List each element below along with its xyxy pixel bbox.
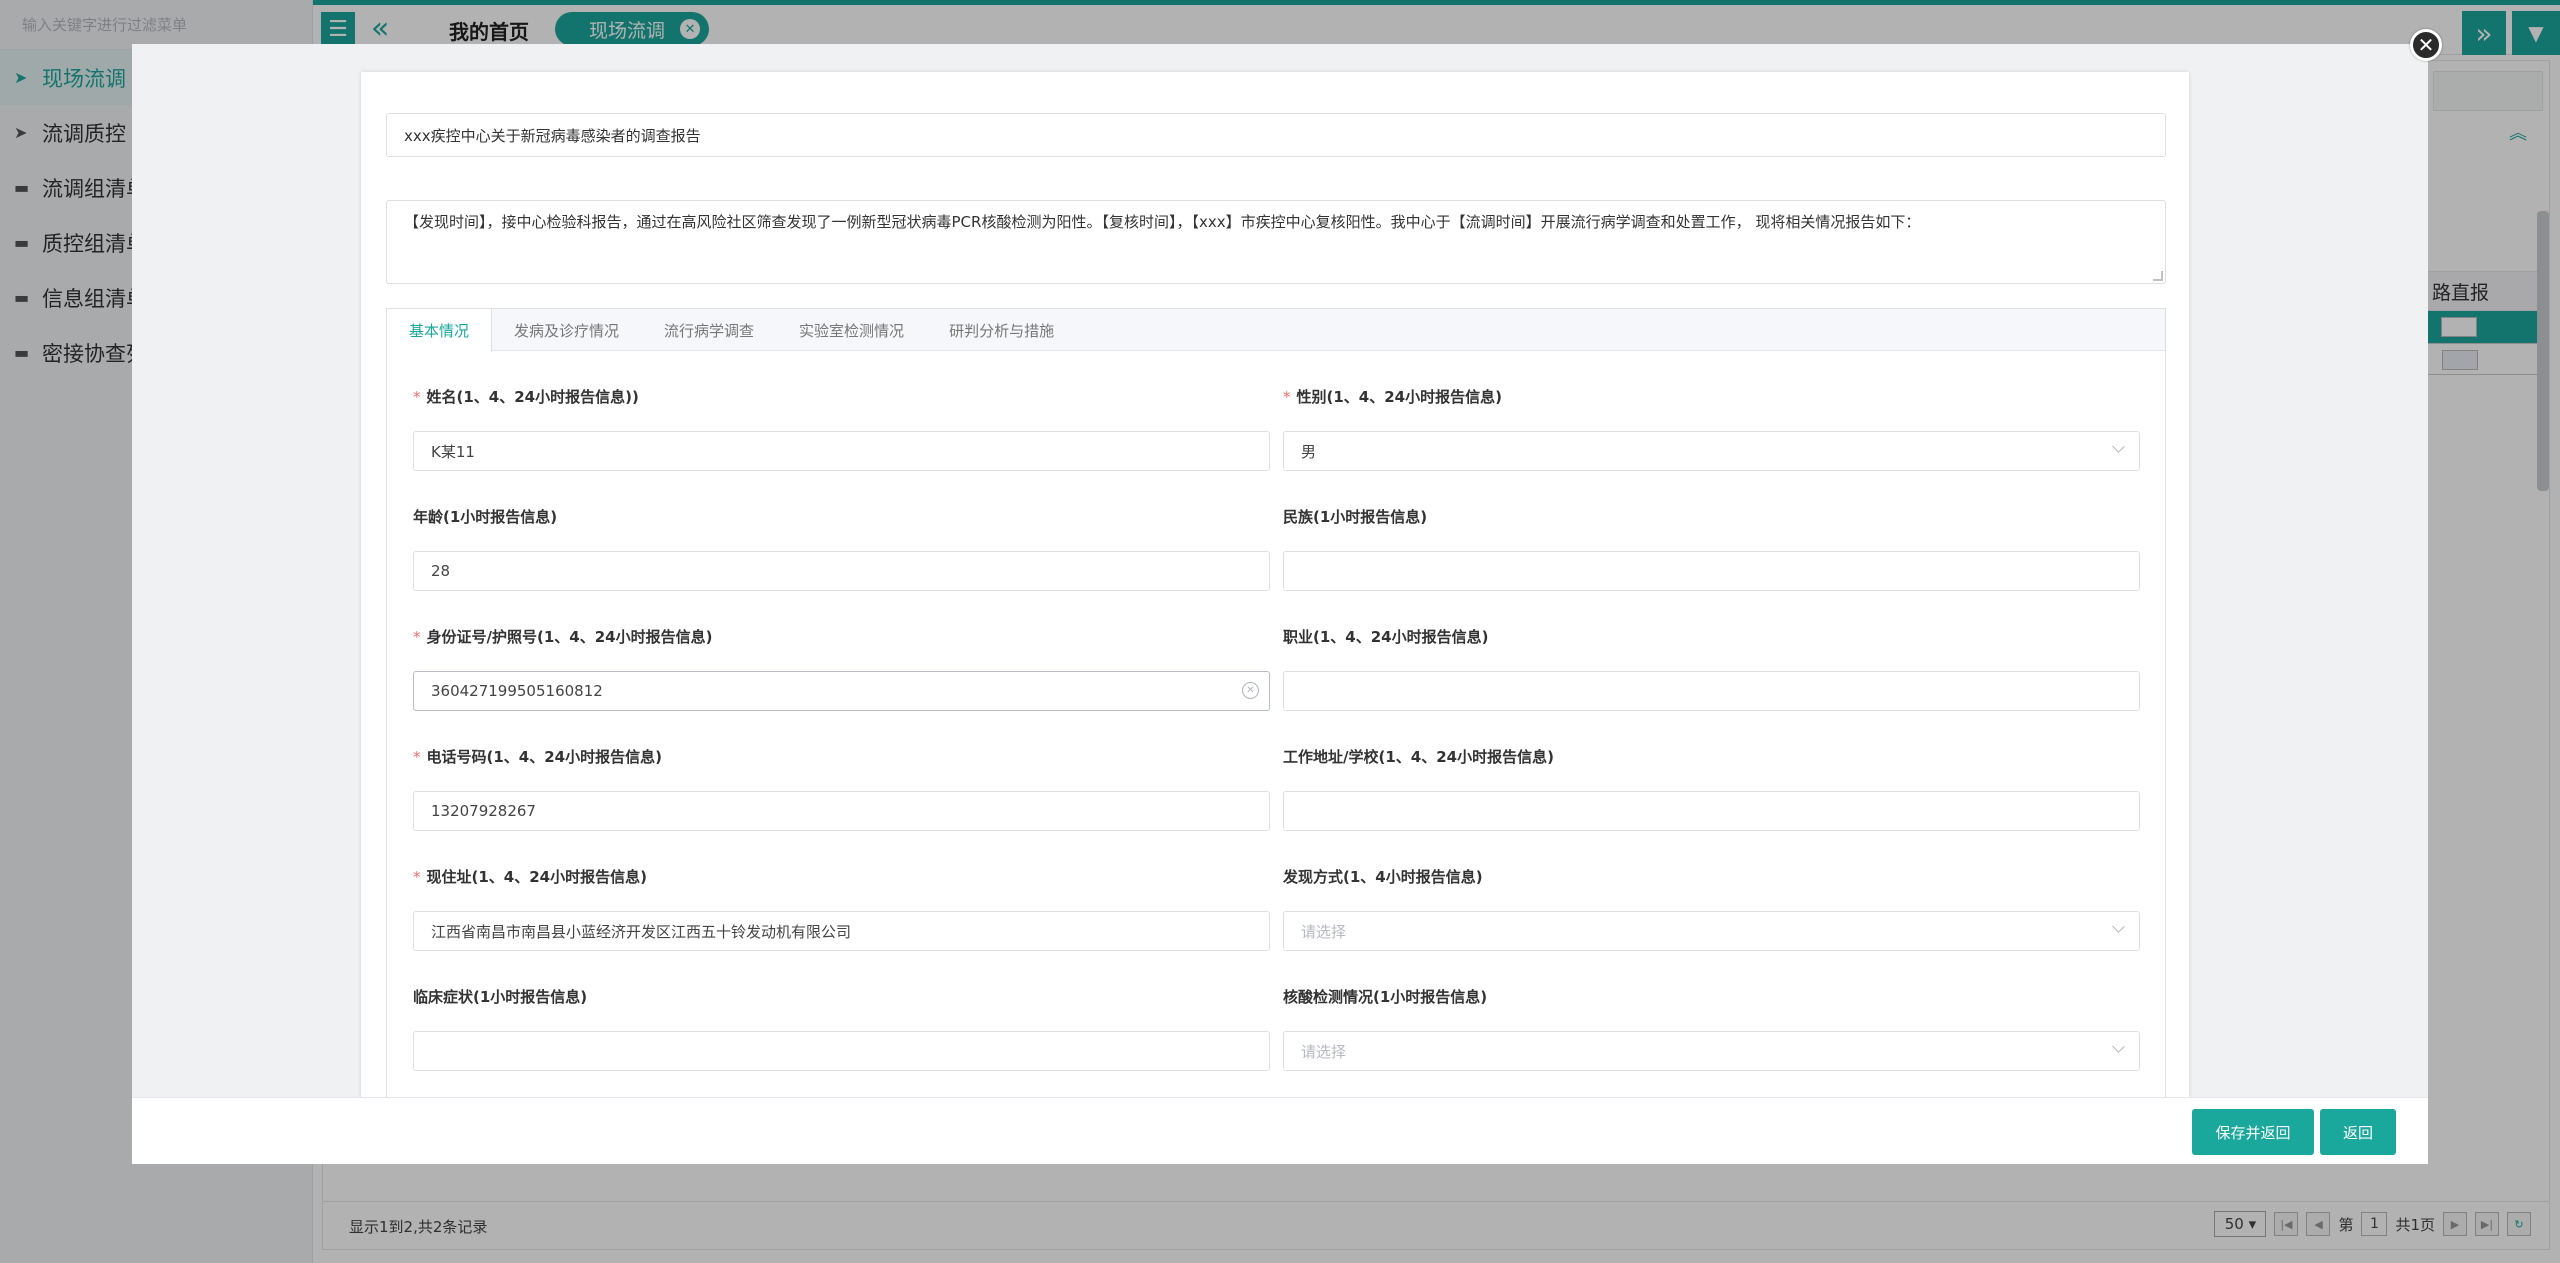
required-mark: *: [413, 748, 421, 766]
report-modal: xxx疾控中心关于新冠病毒感染者的调查报告 【发现时间】，接中心检验科报告，通过…: [132, 44, 2428, 1164]
age-input[interactable]: 28: [413, 551, 1270, 591]
return-button[interactable]: 返回: [2320, 1109, 2396, 1155]
occupation-input[interactable]: [1283, 671, 2140, 711]
occupation-label: 职业(1、4、24小时报告信息): [1283, 628, 1489, 646]
report-intro-textarea[interactable]: 【发现时间】，接中心检验科报告，通过在高风险社区筛查发现了一例新型冠状病毒PCR…: [386, 200, 2166, 284]
chevron-down-icon: [2112, 920, 2125, 933]
clear-input-icon[interactable]: ✕: [1242, 682, 1259, 699]
tab-analysis-measures[interactable]: 研判分析与措施: [927, 309, 1077, 351]
symptoms-label: 临床症状(1小时报告信息): [413, 988, 588, 1006]
gender-label: * 性别(1、4、24小时报告信息): [1283, 388, 1502, 406]
discovery-method-select[interactable]: 请选择: [1283, 911, 2140, 951]
save-and-return-button[interactable]: 保存并返回: [2192, 1109, 2314, 1155]
age-label: 年龄(1小时报告信息): [413, 508, 558, 526]
required-mark: *: [413, 868, 421, 886]
work-address-label: 工作地址/学校(1、4、24小时报告信息): [1283, 748, 1554, 766]
ethnicity-input[interactable]: [1283, 551, 2140, 591]
resize-handle-icon[interactable]: [2153, 271, 2163, 281]
nucleic-test-select[interactable]: 请选择: [1283, 1031, 2140, 1071]
tab-lab-tests[interactable]: 实验室检测情况: [777, 309, 927, 351]
symptoms-input[interactable]: [413, 1031, 1270, 1071]
close-modal-icon[interactable]: ✕: [2410, 29, 2442, 61]
phone-input[interactable]: 13207928267: [413, 791, 1270, 831]
address-input[interactable]: 江西省南昌市南昌县小蓝经济开发区江西五十铃发动机有限公司: [413, 911, 1270, 951]
report-title-input[interactable]: xxx疾控中心关于新冠病毒感染者的调查报告: [386, 113, 2166, 157]
discovery-method-label: 发现方式(1、4小时报告信息): [1283, 868, 1483, 886]
tab-epidemiology[interactable]: 流行病学调查: [642, 309, 777, 351]
address-label: * 现住址(1、4、24小时报告信息): [413, 868, 647, 886]
nucleic-test-label: 核酸检测情况(1小时报告信息): [1283, 988, 1488, 1006]
report-tabs: 基本情况 发病及诊疗情况 流行病学调查 实验室检测情况 研判分析与措施 * 姓名(…: [386, 308, 2166, 1097]
tabs-header: 基本情况 发病及诊疗情况 流行病学调查 实验室检测情况 研判分析与措施: [386, 309, 2165, 352]
intro-text: 【发现时间】，接中心检验科报告，通过在高风险社区筛查发现了一例新型冠状病毒PCR…: [404, 213, 1921, 231]
tab-onset-treatment[interactable]: 发病及诊疗情况: [492, 309, 642, 351]
phone-label: * 电话号码(1、4、24小时报告信息): [413, 748, 662, 766]
chevron-down-icon: [2112, 440, 2125, 453]
modal-footer: 保存并返回 返回: [132, 1097, 2428, 1164]
id-number-label: * 身份证号/护照号(1、4、24小时报告信息): [413, 628, 713, 646]
required-mark: *: [1283, 388, 1291, 406]
tab-basic-info[interactable]: 基本情况: [386, 309, 493, 352]
chevron-down-icon: [2112, 1040, 2125, 1053]
name-input[interactable]: K某11: [413, 431, 1270, 471]
modal-body: xxx疾控中心关于新冠病毒感染者的调查报告 【发现时间】，接中心检验科报告，通过…: [132, 44, 2428, 1097]
report-sheet: xxx疾控中心关于新冠病毒感染者的调查报告 【发现时间】，接中心检验科报告，通过…: [361, 72, 2189, 1097]
gender-select[interactable]: 男: [1283, 431, 2140, 471]
required-mark: *: [413, 388, 421, 406]
required-mark: *: [413, 628, 421, 646]
id-number-input[interactable]: 360427199505160812 ✕: [413, 671, 1270, 711]
work-address-input[interactable]: [1283, 791, 2140, 831]
ethnicity-label: 民族(1小时报告信息): [1283, 508, 1428, 526]
name-label: * 姓名(1、4、24小时报告信息)): [413, 388, 639, 406]
